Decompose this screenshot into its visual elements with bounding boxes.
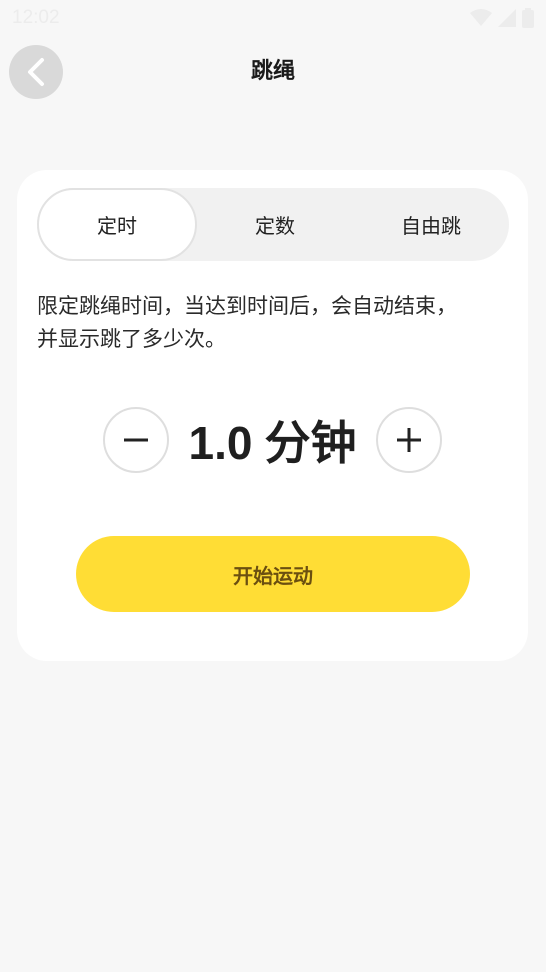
back-button[interactable] — [9, 45, 63, 99]
description-line: 限定跳绳时间，当达到时间后，会自动结束， — [37, 294, 457, 318]
status-bar: 12:02 — [0, 0, 546, 36]
minus-icon — [123, 438, 148, 442]
tab-free[interactable]: 自由跳 — [353, 188, 509, 261]
wifi-icon — [470, 9, 492, 26]
header: 跳绳 — [0, 44, 546, 100]
chevron-left-icon — [28, 58, 44, 86]
status-icons — [470, 8, 534, 28]
settings-card: 定时 定数 自由跳 限定跳绳时间，当达到时间后，会自动结束， 并显示跳了多少次。… — [17, 170, 528, 661]
battery-icon — [522, 8, 534, 28]
tab-count[interactable]: 定数 — [197, 188, 353, 261]
mode-tabs: 定时 定数 自由跳 — [37, 188, 509, 261]
duration-stepper: 1.0 分钟 — [17, 406, 528, 474]
status-time: 12:02 — [12, 7, 60, 28]
mode-description: 限定跳绳时间，当达到时间后，会自动结束， 并显示跳了多少次。 — [37, 290, 507, 356]
plus-icon — [397, 428, 422, 452]
duration-value: 1.0 — [188, 417, 253, 469]
increase-button[interactable] — [376, 407, 443, 473]
page-title: 跳绳 — [250, 59, 295, 84]
signal-icon — [498, 9, 516, 27]
duration-display: 1.0 分钟 — [189, 407, 357, 473]
start-exercise-button[interactable]: 开始运动 — [76, 536, 470, 612]
description-line: 并显示跳了多少次。 — [37, 327, 226, 351]
decrease-button[interactable] — [102, 407, 169, 473]
tab-timed[interactable]: 定时 — [37, 188, 197, 261]
duration-unit: 分钟 — [264, 416, 357, 470]
